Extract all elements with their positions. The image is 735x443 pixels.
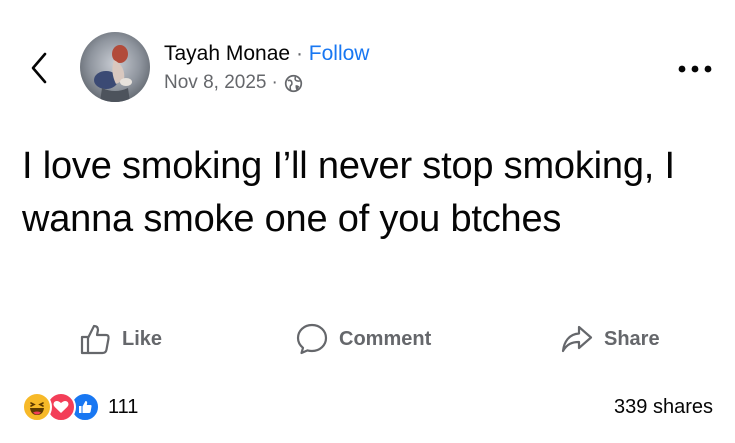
like-button[interactable]: Like: [78, 316, 162, 362]
date-separator: ·: [271, 72, 278, 93]
chevron-left-icon: [31, 52, 47, 84]
share-button[interactable]: Share: [560, 316, 660, 362]
post-meta: Nov 8, 2025 ·: [164, 71, 369, 95]
name-separator: ·: [295, 42, 303, 65]
action-bar: Like Comment Share: [0, 316, 735, 362]
author-name[interactable]: Tayah Monae: [164, 42, 290, 65]
reaction-count: 111: [108, 395, 139, 418]
comment-button[interactable]: Comment: [295, 316, 431, 362]
more-dots-icon: [678, 65, 712, 73]
name-row: Tayah Monae · Follow: [164, 41, 369, 67]
reactions-summary[interactable]: 111: [22, 392, 138, 422]
post-date[interactable]: Nov 8, 2025: [164, 71, 266, 95]
comment-bubble-icon: [296, 323, 328, 355]
globe-icon: [284, 74, 303, 93]
avatar[interactable]: [80, 32, 150, 102]
follow-button[interactable]: Follow: [309, 42, 370, 65]
post-header: Tayah Monae · Follow Nov 8, 2025 ·: [164, 41, 369, 95]
post-text: I love smoking I’ll never stop smoking, …: [22, 145, 675, 240]
share-label: Share: [604, 327, 660, 350]
shares-count[interactable]: 339 shares: [614, 396, 713, 419]
thumbs-up-icon: [80, 324, 110, 355]
like-label: Like: [122, 327, 163, 350]
more-options-button[interactable]: [675, 58, 715, 80]
back-button[interactable]: [22, 46, 56, 90]
share-arrow-icon: [561, 325, 593, 353]
haha-reaction-icon: [22, 392, 52, 422]
comment-label: Comment: [339, 327, 432, 350]
post-stats: 111 339 shares: [0, 390, 735, 424]
